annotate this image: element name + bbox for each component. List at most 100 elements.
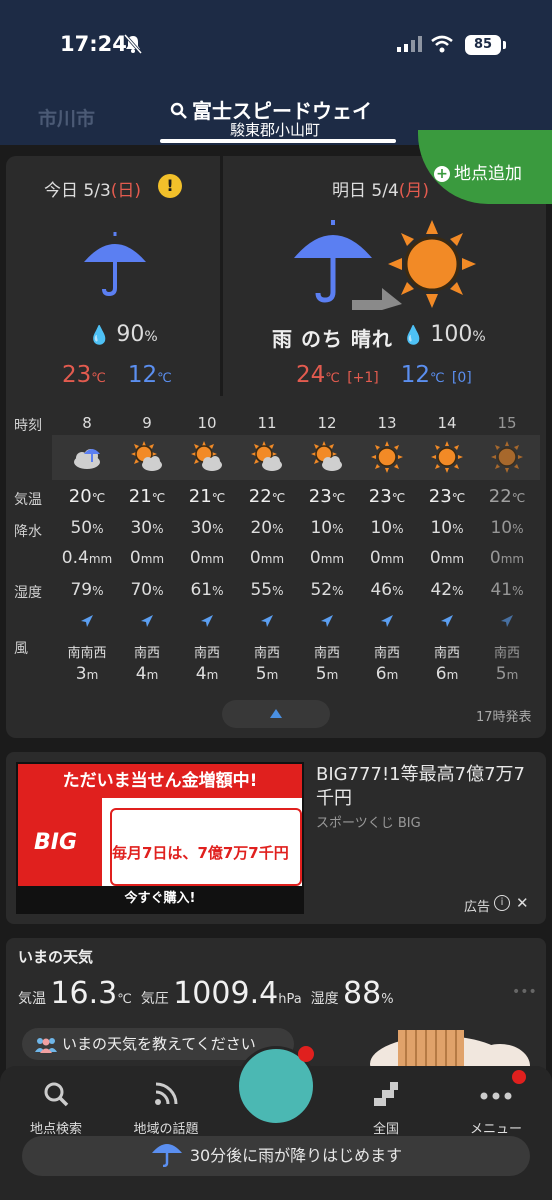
current-humidity-label: 湿度	[310, 991, 339, 1007]
row-label-time: 時刻	[14, 418, 42, 434]
hour-temp-unit: ℃	[391, 491, 406, 505]
today-temps: 23℃ 12℃	[62, 362, 172, 388]
hour-mm-unit: mm	[140, 552, 165, 566]
current-temp: 16.3	[50, 976, 118, 1011]
current-humidity-unit: %	[381, 992, 394, 1007]
tab-national-label: 全国	[372, 1122, 399, 1137]
more-dots-icon	[480, 1092, 512, 1100]
hour-temp: 22℃	[476, 486, 538, 507]
ad-close-icon[interactable]: ✕	[516, 894, 529, 912]
hour-mm-unit: mm	[200, 552, 225, 566]
hour-mm-unit: mm	[440, 552, 465, 566]
battery-indicator: 85	[465, 35, 501, 55]
more-icon[interactable]: •••	[512, 984, 537, 1000]
hour-temp-unit: ℃	[151, 491, 166, 505]
hour-temp-value: 20	[68, 486, 92, 507]
hour-precip-mm: 0mm	[356, 548, 418, 568]
current-weather-title: いまの天気	[18, 948, 94, 966]
hour-wind-speed: 4m	[176, 664, 238, 684]
hour-hum-unit: %	[392, 584, 404, 598]
umbrella-icon	[82, 232, 148, 302]
hour-wind-dir: 南西	[356, 642, 418, 661]
hour-speed-value: 5	[255, 664, 267, 684]
alert-icon[interactable]: !	[158, 174, 182, 198]
hour-dir-value: 南西	[433, 646, 460, 661]
tab-search-label: 地点検索	[29, 1122, 82, 1137]
today-date: 5/3	[83, 181, 111, 201]
hour-temp-value: 21	[188, 486, 212, 507]
rain-notice-text: 30分後に雨が降りはじめます	[189, 1146, 403, 1165]
hour-pop: 30%	[116, 518, 178, 538]
hour-wind-speed: 6m	[356, 664, 418, 684]
tomorrow-high-unit: ℃	[325, 371, 340, 386]
hour-time-value: 9	[142, 414, 152, 432]
hour-time: 12	[296, 414, 358, 432]
hour-temp-unit: ℃	[211, 491, 226, 505]
wind-arrow-icon	[259, 614, 275, 633]
hour-pop-value: 50	[70, 518, 93, 538]
row-label-temp: 気温	[14, 492, 42, 508]
tab-menu[interactable]: メニュー	[446, 1070, 546, 1137]
hour-hum-unit: %	[272, 584, 284, 598]
sun-cloud-icon	[190, 441, 224, 478]
tomorrow-high: 24℃ [+1]	[296, 362, 379, 388]
hour-hum-unit: %	[332, 584, 344, 598]
ad-title[interactable]: BIG777!1等最高7億7万7千円	[316, 763, 542, 811]
hour-hum-unit: %	[152, 584, 164, 598]
hour-icon	[416, 440, 478, 478]
hour-pop-unit: %	[452, 522, 464, 536]
ad-sponsor: スポーツくじ BIG	[316, 816, 421, 831]
location-tab-prev[interactable]: 市川市	[38, 104, 95, 131]
hour-hum-unit: %	[92, 584, 104, 598]
hour-hum-value: 41	[490, 580, 513, 600]
hour-mm-value: 0.4	[61, 548, 89, 568]
hour-wind-speed: 5m	[476, 664, 538, 684]
hour-temp-value: 23	[428, 486, 452, 507]
hour-temp-value: 22	[488, 486, 512, 507]
hour-wind-arrow	[476, 613, 538, 633]
hour-mm-value: 0	[189, 548, 201, 568]
hour-hum-unit: %	[212, 584, 224, 598]
hour-speed-value: 5	[495, 664, 507, 684]
hour-humidity: 42%	[416, 580, 478, 600]
tab-topics[interactable]: 地域の話題	[116, 1070, 216, 1137]
hour-time: 13	[356, 414, 418, 432]
status-time: 17:24	[60, 32, 127, 56]
hour-humidity: 46%	[356, 580, 418, 600]
hour-time-value: 15	[497, 414, 517, 432]
hour-pop: 10%	[416, 518, 478, 538]
hour-wind-arrow	[416, 613, 478, 633]
hour-dir-value: 南西	[493, 646, 520, 661]
sun-icon	[490, 441, 524, 478]
tomorrow-high-value: 24	[296, 362, 326, 388]
ad-info-icon[interactable]: i	[494, 895, 510, 911]
hour-temp-unit: ℃	[511, 491, 526, 505]
hour-mm-value: 0	[489, 548, 501, 568]
wind-arrow-icon	[439, 614, 455, 633]
hour-time: 11	[236, 414, 298, 432]
current-temp-label: 気温	[18, 991, 46, 1007]
add-location-label[interactable]: + 地点追加	[434, 159, 522, 184]
current-humidity: 88	[343, 976, 382, 1011]
current-pressure-label: 気圧	[140, 991, 169, 1007]
rain-notice-bar[interactable]: 30分後に雨が降りはじめます	[22, 1136, 530, 1176]
hour-temp-value: 22	[248, 486, 272, 507]
hour-dir-value: 南西	[193, 646, 220, 661]
hour-pop-value: 20	[250, 518, 273, 538]
hour-hum-value: 61	[190, 580, 213, 600]
collapse-button[interactable]	[222, 700, 330, 728]
hour-pop: 50%	[56, 518, 118, 538]
bell-muted-icon	[123, 34, 143, 58]
row-label-precip: 降水	[14, 524, 42, 540]
battery-tip	[503, 41, 506, 49]
tab-national[interactable]: 全国	[336, 1070, 436, 1137]
hour-hum-unit: %	[512, 584, 524, 598]
tomorrow-date: 5/4	[371, 181, 399, 201]
hour-wind-arrow	[296, 613, 358, 633]
hour-time: 10	[176, 414, 238, 432]
today-label: 今日	[44, 181, 78, 201]
tab-search[interactable]: 地点検索	[6, 1070, 106, 1137]
tomorrow-precip-prob: 💧 100%	[402, 322, 486, 347]
hour-time: 14	[416, 414, 478, 432]
hour-time-value: 13	[377, 414, 397, 432]
